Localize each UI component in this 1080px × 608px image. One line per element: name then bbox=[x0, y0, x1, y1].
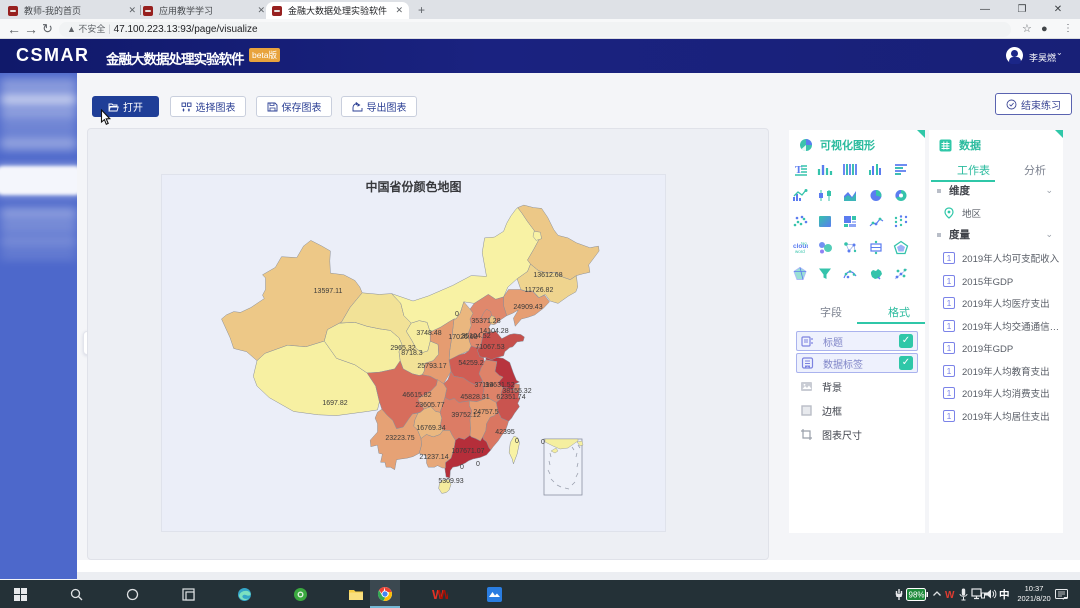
svg-text:35371.28: 35371.28 bbox=[471, 318, 500, 325]
svg-text:14104.28: 14104.28 bbox=[479, 328, 508, 335]
svg-text:3748.48: 3748.48 bbox=[416, 330, 441, 337]
svg-text:11726.82: 11726.82 bbox=[525, 287, 554, 294]
svg-text:16769.34: 16769.34 bbox=[416, 425, 445, 432]
svg-text:0: 0 bbox=[515, 438, 519, 445]
svg-text:24757.5: 24757.5 bbox=[473, 409, 498, 416]
svg-text:word: word bbox=[795, 249, 805, 254]
svg-text:71067.53: 71067.53 bbox=[475, 344, 504, 351]
svg-text:24909.43: 24909.43 bbox=[513, 304, 542, 311]
svg-text:8718.3: 8718.3 bbox=[401, 350, 423, 357]
svg-text:54259.2: 54259.2 bbox=[458, 360, 483, 367]
svg-text:5309.93: 5309.93 bbox=[438, 478, 463, 485]
svg-text:42395: 42395 bbox=[495, 429, 515, 436]
svg-text:0: 0 bbox=[541, 439, 545, 446]
svg-text:W: W bbox=[438, 587, 448, 601]
svg-text:98%: 98% bbox=[909, 590, 925, 599]
svg-text:21237.14: 21237.14 bbox=[419, 454, 448, 461]
svg-text:25793.17: 25793.17 bbox=[417, 363, 446, 370]
svg-text:W: W bbox=[945, 590, 955, 599]
svg-text:13612.68: 13612.68 bbox=[533, 272, 562, 279]
svg-text:23223.75: 23223.75 bbox=[385, 435, 414, 442]
svg-text:0: 0 bbox=[460, 464, 464, 471]
svg-text:tag: tag bbox=[801, 241, 807, 246]
svg-text:62351.74: 62351.74 bbox=[496, 394, 525, 401]
svg-text:23605.77: 23605.77 bbox=[415, 402, 444, 409]
svg-text:0: 0 bbox=[455, 311, 459, 318]
svg-text:46615.82: 46615.82 bbox=[402, 392, 431, 399]
svg-text:1697.82: 1697.82 bbox=[322, 400, 347, 407]
svg-text:13597.11: 13597.11 bbox=[314, 288, 343, 295]
svg-text:0: 0 bbox=[476, 461, 480, 468]
svg-text:45828.31: 45828.31 bbox=[460, 394, 489, 401]
svg-text:107671.07: 107671.07 bbox=[451, 448, 484, 455]
